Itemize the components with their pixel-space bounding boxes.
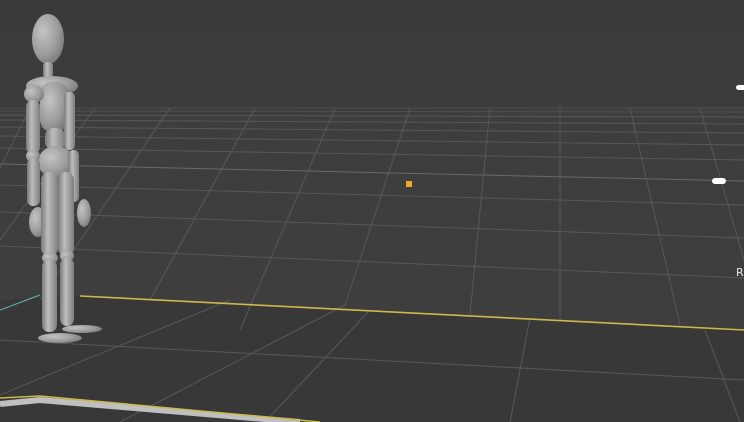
mannequin-far-hand: [77, 199, 91, 227]
gizmo-handle-top[interactable]: [736, 85, 744, 90]
3d-viewport[interactable]: R: [0, 0, 744, 422]
mannequin-neck: [43, 62, 53, 78]
edge-label: R: [736, 266, 744, 279]
mannequin-thigh: [41, 172, 58, 256]
mannequin-far-upper-arm: [64, 92, 75, 150]
ground-plane: [0, 108, 744, 330]
mannequin-far-foot: [62, 325, 102, 333]
mannequin-chest: [40, 82, 68, 132]
mannequin-head: [32, 14, 64, 64]
mannequin-forearm: [27, 158, 40, 206]
viewport-scene[interactable]: [0, 0, 744, 422]
origin-point[interactable]: [406, 181, 412, 187]
mannequin-upper-arm: [26, 100, 40, 154]
gizmo-handle-mid[interactable]: [712, 178, 726, 184]
mannequin-shin: [42, 260, 57, 332]
mannequin-far-shin: [60, 258, 74, 326]
mannequin-far-thigh: [58, 172, 74, 256]
mannequin-foot: [38, 333, 82, 343]
